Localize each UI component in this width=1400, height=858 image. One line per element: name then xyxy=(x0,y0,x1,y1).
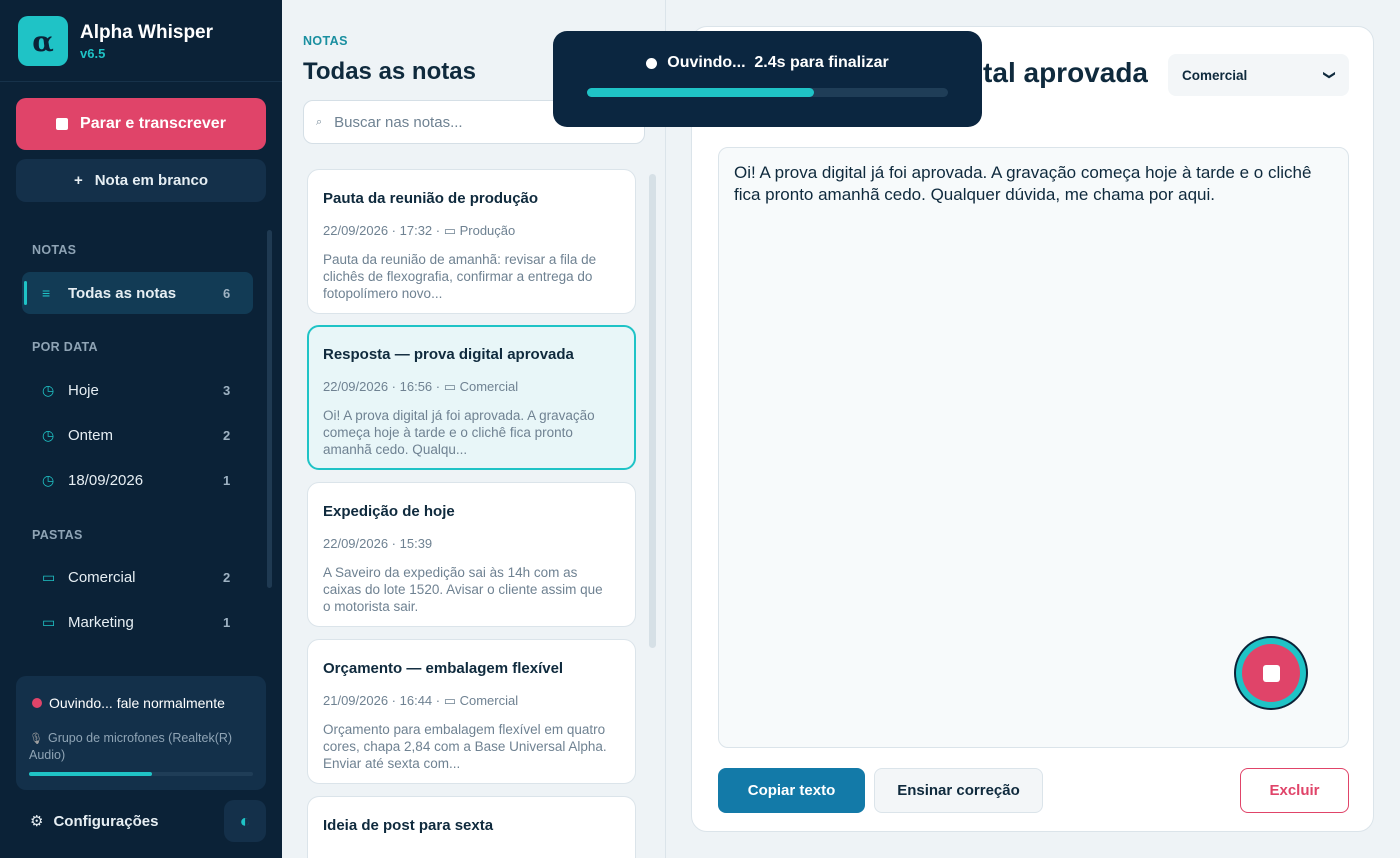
sidebar-item-label: Marketing xyxy=(68,613,134,631)
recording-dot-icon xyxy=(32,698,42,708)
sidebar-item-folder-marketing[interactable]: ▭ Marketing 1 xyxy=(22,601,253,643)
note-card[interactable]: Expedição de hoje 22/09/2026 · 15:39 A S… xyxy=(307,482,636,627)
note-card[interactable]: Orçamento — embalagem flexível 21/09/202… xyxy=(307,639,636,784)
sidebar-item-label: Ontem xyxy=(68,426,114,444)
toast-progress-bar xyxy=(587,88,948,97)
clock-icon: ◷ xyxy=(42,426,55,443)
record-core xyxy=(1242,644,1300,702)
note-meta: 22/09/2026 · 17:32 · ▭ Produção xyxy=(323,223,516,238)
sidebar-item-date-18-09[interactable]: ◷ 18/09/2026 1 xyxy=(22,459,253,501)
toast-progress-fill xyxy=(587,88,815,97)
clock-icon: ◷ xyxy=(42,381,55,398)
note-excerpt: Oi! A prova digital já foi aprovada. A g… xyxy=(323,408,595,457)
microphone-icon: 🎙 xyxy=(29,733,43,745)
section-folders-label: PASTAS xyxy=(32,528,83,542)
brand: α Alpha Whisper v6.5 xyxy=(18,16,213,66)
notes-list-scrollbar[interactable] xyxy=(649,174,656,648)
sidebar-item-count: 6 xyxy=(223,285,231,301)
recording-status: Ouvindo... fale normalmente xyxy=(32,695,225,711)
sidebar: α Alpha Whisper v6.5 Parar e transcrever… xyxy=(0,0,282,858)
microphone-name: Grupo de microfones (Realtek(R) Audio) xyxy=(29,731,233,762)
sidebar-item-today[interactable]: ◷ Hoje 3 xyxy=(22,369,253,411)
listening-toast: Ouvindo... 2.4s para finalizar xyxy=(553,31,982,127)
note-excerpt: A Saveiro da expedição sai às 14h com as… xyxy=(323,565,603,614)
search-icon: ⌕ xyxy=(316,115,323,128)
note-excerpt: Orçamento para embalagem flexível em qua… xyxy=(323,722,607,771)
settings-label: Configurações xyxy=(53,812,159,830)
sidebar-item-label: Todas as notas xyxy=(68,284,177,302)
stop-label: Parar e transcrever xyxy=(80,115,226,132)
note-meta: 22/09/2026 · 15:39 xyxy=(323,536,433,551)
stop-icon xyxy=(1262,664,1280,682)
note-title: Expedição de hoje xyxy=(323,503,455,520)
mic-level-meter xyxy=(29,772,253,776)
note-meta: 21/09/2026 · 16:44 · ▭ Comercial xyxy=(323,693,519,708)
teach-correction-button[interactable]: Ensinar correção xyxy=(874,768,1043,813)
recording-status-card: Ouvindo... fale normalmente 🎙 Grupo de mi… xyxy=(16,676,266,790)
note-title: Orçamento — embalagem flexível xyxy=(323,660,564,677)
blank-note-button[interactable]: + Nota em branco xyxy=(16,159,266,202)
clock-icon: ◷ xyxy=(42,471,55,488)
copy-text-button[interactable]: Copiar texto xyxy=(718,768,865,813)
toast-status: Ouvindo... 2.4s para finalizar xyxy=(553,54,982,72)
notes-list-panel: NOTAS Todas as notas ⌕ Pauta da reunião … xyxy=(282,0,666,858)
divider xyxy=(0,81,282,82)
note-meta: 22/09/2026 · 16:56 · ▭ Comercial xyxy=(323,379,519,394)
sidebar-item-yesterday[interactable]: ◷ Ontem 2 xyxy=(22,414,253,456)
sidebar-item-label: 18/09/2026 xyxy=(68,471,144,489)
note-card[interactable]: Pauta da reunião de produção 22/09/2026 … xyxy=(307,169,636,314)
contrast-icon: ◐ xyxy=(239,810,251,831)
microphone-info: 🎙 Grupo de microfones (Realtek(R) Audio) xyxy=(29,730,259,763)
folder-select-value: Comercial xyxy=(1182,67,1248,83)
sidebar-item-label: Comercial xyxy=(68,568,136,586)
mic-level-fill xyxy=(29,772,153,776)
folder-icon: ▭ xyxy=(42,568,56,585)
note-title: Resposta — prova digital aprovada xyxy=(323,346,574,363)
note-title: Pauta da reunião de produção xyxy=(323,190,539,207)
sidebar-item-count: 2 xyxy=(223,427,231,443)
recording-status-text: Ouvindo... fale normalmente xyxy=(49,695,225,711)
note-card[interactable]: Ideia de post para sexta xyxy=(307,796,636,858)
sidebar-item-count: 3 xyxy=(223,382,231,398)
sidebar-item-count: 1 xyxy=(223,472,231,488)
stop-icon xyxy=(56,118,69,130)
sidebar-item-count: 1 xyxy=(223,614,231,630)
folder-select[interactable]: Comercial ❯ xyxy=(1168,54,1349,96)
delete-button[interactable]: Excluir xyxy=(1240,768,1349,813)
section-by-date-label: POR DATA xyxy=(32,340,98,354)
app-name: Alpha Whisper xyxy=(80,21,214,43)
sidebar-item-all-notes[interactable]: ≡ Todas as notas 6 xyxy=(22,272,253,314)
chevron-down-icon: ❯ xyxy=(1322,69,1337,81)
folder-icon: ▭ xyxy=(42,613,56,630)
toast-text: Ouvindo... 2.4s para finalizar xyxy=(667,54,889,71)
recording-dot-icon xyxy=(646,57,658,69)
record-ring xyxy=(1236,638,1306,708)
note-card-selected[interactable]: Resposta — prova digital aprovada 22/09/… xyxy=(307,325,636,470)
section-notes-label: NOTAS xyxy=(32,243,77,257)
sidebar-scrollbar[interactable] xyxy=(267,230,272,588)
gear-icon: ⚙ xyxy=(30,813,44,830)
stop-recording-button[interactable] xyxy=(1234,636,1308,710)
list-title: Todas as notas xyxy=(303,58,476,85)
blank-note-label: Nota em branco xyxy=(94,172,209,189)
sidebar-item-count: 2 xyxy=(223,569,231,585)
note-title: Ideia de post para sexta xyxy=(323,817,494,834)
list-eyebrow: NOTAS xyxy=(303,34,348,48)
app-version: v6.5 xyxy=(80,45,106,61)
stop-and-transcribe-button[interactable]: Parar e transcrever xyxy=(16,98,266,150)
note-excerpt: Pauta da reunião de amanhã: revisar a fi… xyxy=(323,252,597,301)
theme-toggle-button[interactable]: ◐ xyxy=(224,800,266,842)
settings-link[interactable]: ⚙ Configurações xyxy=(30,812,159,831)
plus-icon: + xyxy=(73,172,83,189)
sidebar-item-label: Hoje xyxy=(68,381,99,399)
app-logo: α xyxy=(18,16,68,66)
note-editor: Resposta — prova digital aprovada Comerc… xyxy=(691,26,1374,832)
sidebar-item-folder-comercial[interactable]: ▭ Comercial 2 xyxy=(22,556,253,598)
list-icon: ≡ xyxy=(42,285,51,301)
